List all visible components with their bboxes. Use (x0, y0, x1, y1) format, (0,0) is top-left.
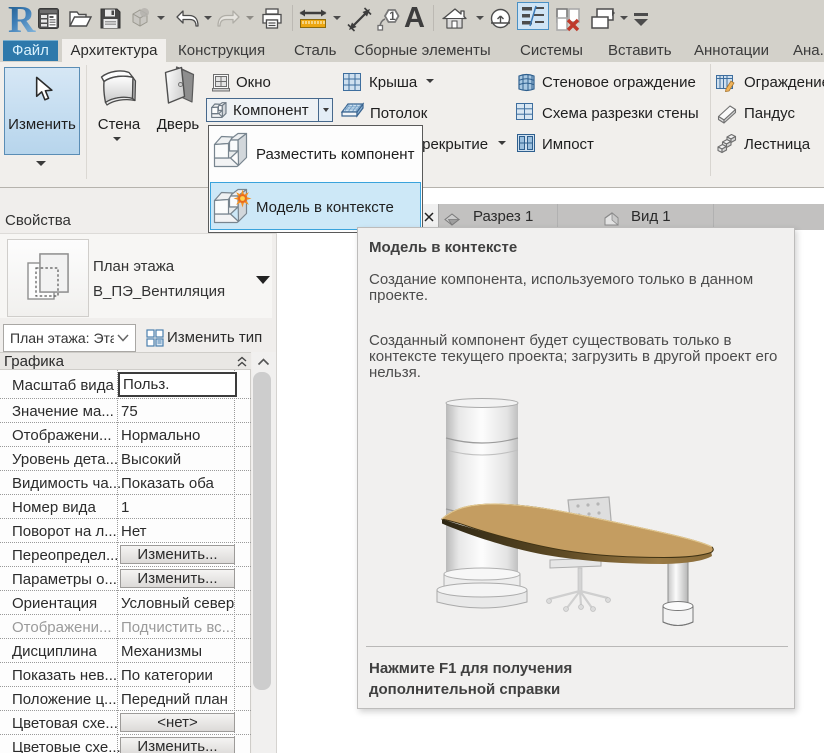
svg-text:R: R (8, 0, 36, 41)
svg-text:1: 1 (389, 11, 396, 23)
